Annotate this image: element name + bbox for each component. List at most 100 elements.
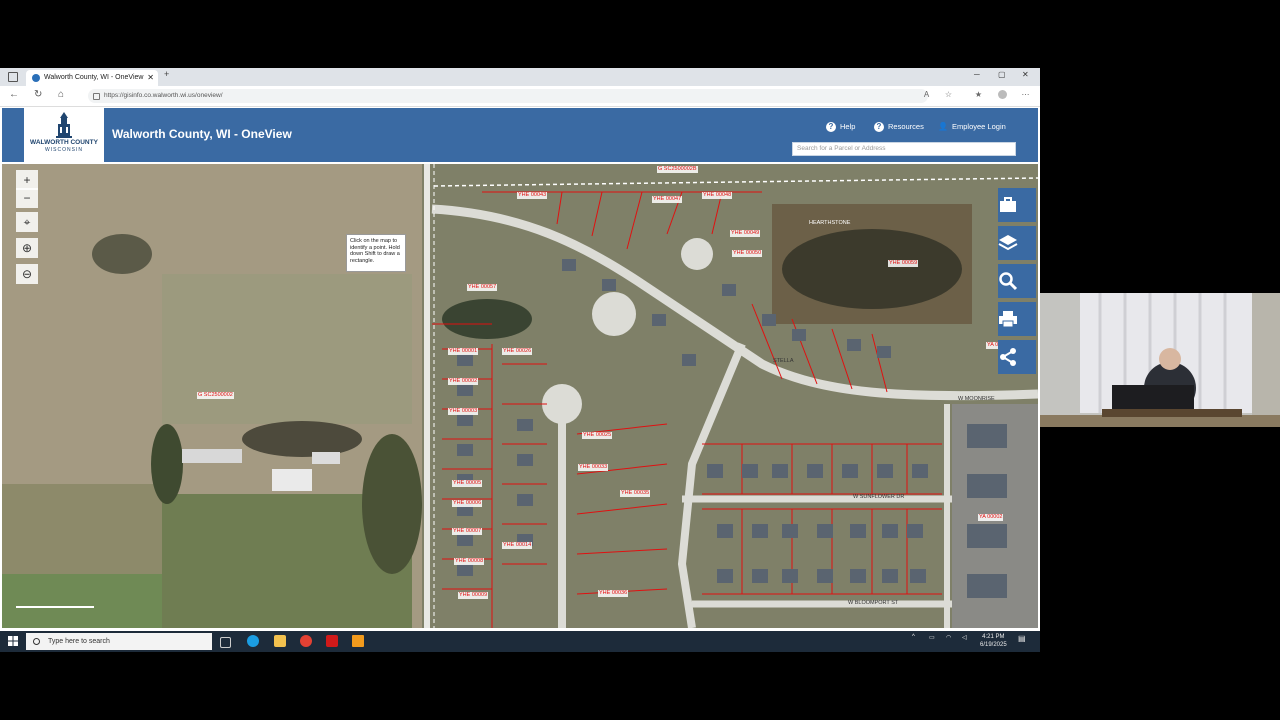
- taskbar-clock[interactable]: 4:21 PM 6/19/2025: [980, 633, 1007, 649]
- new-tab-icon[interactable]: +: [164, 69, 169, 79]
- courthouse-icon: [56, 112, 72, 138]
- favorite-star-icon[interactable]: ☆: [944, 90, 953, 99]
- zoom-out-button[interactable]: −: [16, 188, 38, 208]
- maximize-icon[interactable]: ▢: [998, 70, 1006, 79]
- user-icon: 👤: [938, 122, 948, 132]
- taskbar-search-input[interactable]: Type here to search: [26, 633, 212, 650]
- briefcase-icon: [1000, 197, 1016, 212]
- help-link[interactable]: ? Help: [826, 122, 855, 133]
- favorites-icon[interactable]: ★: [974, 90, 983, 99]
- logo-text-county: WALWORTH COUNTY: [30, 139, 98, 146]
- favicon-icon: [32, 74, 40, 82]
- vlc-icon[interactable]: [352, 635, 364, 647]
- parcel-label[interactable]: YHE 00036: [598, 590, 629, 597]
- parcel-label[interactable]: YHE 00025: [582, 432, 613, 439]
- close-tab-icon[interactable]: ✕: [147, 70, 154, 86]
- parcel-label[interactable]: YHE 00002: [448, 378, 479, 385]
- street-label: STELLA: [773, 358, 794, 364]
- logo-text-state: WISCONSIN: [45, 147, 83, 153]
- edge-browser-icon[interactable]: [247, 635, 259, 647]
- url-field[interactable]: https://gisinfo.co.walworth.wi.us/onevie…: [88, 89, 928, 103]
- layers-icon: [998, 235, 1018, 251]
- zoom-in-tool-icon[interactable]: ⊕: [16, 238, 38, 258]
- wifi-icon[interactable]: ◠: [946, 634, 951, 641]
- profile-avatar[interactable]: [998, 90, 1007, 99]
- address-bar: ← ↻ ⌂ https://gisinfo.co.walworth.wi.us/…: [0, 86, 1040, 107]
- webcam-video: [1040, 293, 1280, 427]
- search-icon: [33, 638, 40, 645]
- app-title: Walworth County, WI - OneView: [112, 127, 292, 141]
- parcel-search-input[interactable]: Search for a Parcel or Address: [792, 142, 1016, 156]
- taskbar-search-placeholder: Type here to search: [48, 638, 110, 645]
- scale-bar: [16, 602, 94, 608]
- parcel-label[interactable]: YHE 00009: [458, 592, 489, 599]
- volume-icon[interactable]: ◁: [962, 634, 967, 641]
- aerial-map-imagery: [2, 164, 1038, 628]
- tray-chevron-icon[interactable]: ^: [912, 634, 915, 640]
- browser-tab-oneview[interactable]: Walworth County, WI - OneView ✕: [26, 70, 158, 86]
- employee-login-link[interactable]: 👤 Employee Login: [938, 122, 1006, 132]
- url-text: https://gisinfo.co.walworth.wi.us/onevie…: [104, 92, 223, 99]
- parcel-label[interactable]: YHE 00057: [467, 284, 498, 291]
- identify-tooltip: Click on the map to identify a point. Ho…: [346, 234, 406, 272]
- toolbox-button[interactable]: [998, 188, 1036, 222]
- windows-start-icon[interactable]: [8, 636, 18, 646]
- parcel-label[interactable]: YHE 00026: [502, 348, 533, 355]
- parcel-label[interactable]: G SC2500002B: [657, 166, 698, 173]
- parcel-label[interactable]: YHE 00001: [448, 348, 479, 355]
- chrome-icon[interactable]: [300, 635, 312, 647]
- parcel-label[interactable]: YA 00002: [978, 514, 1004, 521]
- resources-label: Resources: [888, 122, 924, 131]
- parcel-label[interactable]: G SC2500002: [197, 392, 234, 399]
- parcel-label[interactable]: YHE 00035: [620, 490, 651, 497]
- parcel-label[interactable]: YHE 00005: [452, 480, 483, 487]
- webcam-image: [1040, 293, 1280, 427]
- tab-title: Walworth County, WI - OneView: [44, 74, 144, 81]
- parcel-label[interactable]: YHE 00049: [730, 230, 761, 237]
- parcel-label[interactable]: YHE 00033: [578, 464, 609, 471]
- back-icon[interactable]: ←: [9, 89, 19, 100]
- share-button[interactable]: [998, 340, 1036, 374]
- parcel-label[interactable]: YHE 00008: [454, 558, 485, 565]
- parcel-label[interactable]: YHE 00047: [652, 196, 683, 203]
- zoom-out-tool-icon[interactable]: ⊖: [16, 264, 38, 284]
- county-logo[interactable]: WALWORTH COUNTY WISCONSIN: [24, 108, 104, 162]
- clock-date: 6/19/2025: [980, 642, 1007, 648]
- browser-window: Walworth County, WI - OneView ✕ + ─ ▢ ✕ …: [0, 68, 1040, 652]
- parcel-label[interactable]: YHE 00007: [452, 528, 483, 535]
- lock-icon: [93, 93, 100, 100]
- identify-tool-icon[interactable]: ⌖: [16, 212, 38, 232]
- close-window-icon[interactable]: ✕: [1022, 70, 1029, 79]
- parcel-label[interactable]: YHE 00048: [702, 192, 733, 199]
- parcel-label[interactable]: YHE 00003: [448, 408, 479, 415]
- app-header: WALWORTH COUNTY WISCONSIN Walworth Count…: [2, 108, 1038, 162]
- network-icon[interactable]: ▭: [929, 634, 935, 641]
- layers-button[interactable]: [998, 226, 1036, 260]
- parcel-label[interactable]: YHE 00006: [452, 500, 483, 507]
- print-button[interactable]: [998, 302, 1036, 336]
- parcel-label[interactable]: YHE 00050: [732, 250, 763, 257]
- home-icon[interactable]: ⌂: [58, 89, 64, 100]
- task-view-icon[interactable]: [220, 637, 231, 648]
- tab-actions-icon[interactable]: [8, 72, 18, 82]
- minimize-icon[interactable]: ─: [974, 70, 980, 79]
- street-label: W BLOOMPORT ST: [848, 600, 899, 606]
- read-aloud-icon[interactable]: A: [922, 90, 931, 99]
- acrobat-icon[interactable]: [326, 635, 338, 647]
- zoom-in-button[interactable]: +: [16, 170, 38, 190]
- street-label: W MOONRISE: [958, 396, 995, 402]
- parcel-label[interactable]: YHE 00059: [888, 260, 919, 267]
- search-icon: [999, 272, 1018, 291]
- search-button[interactable]: [998, 264, 1036, 298]
- more-menu-icon[interactable]: ⋯: [1021, 90, 1030, 99]
- file-explorer-icon[interactable]: [274, 635, 286, 647]
- parcel-label[interactable]: YHE 00014: [502, 542, 533, 549]
- parcel-label[interactable]: YHE 00043: [517, 192, 548, 199]
- windows-taskbar: Type here to search ^ ▭ ◠ ◁ 4:21 PM 6/19…: [0, 631, 1040, 652]
- notifications-icon[interactable]: ▤: [1018, 634, 1026, 643]
- refresh-icon[interactable]: ↻: [34, 89, 42, 100]
- help-icon: ?: [826, 122, 836, 133]
- resources-link[interactable]: ? Resources: [874, 122, 924, 133]
- map-view[interactable]: G SC2500002B G SC2500002 YHE 00043 YHE 0…: [2, 164, 1038, 628]
- place-label: HEARTHSTONE: [809, 220, 851, 226]
